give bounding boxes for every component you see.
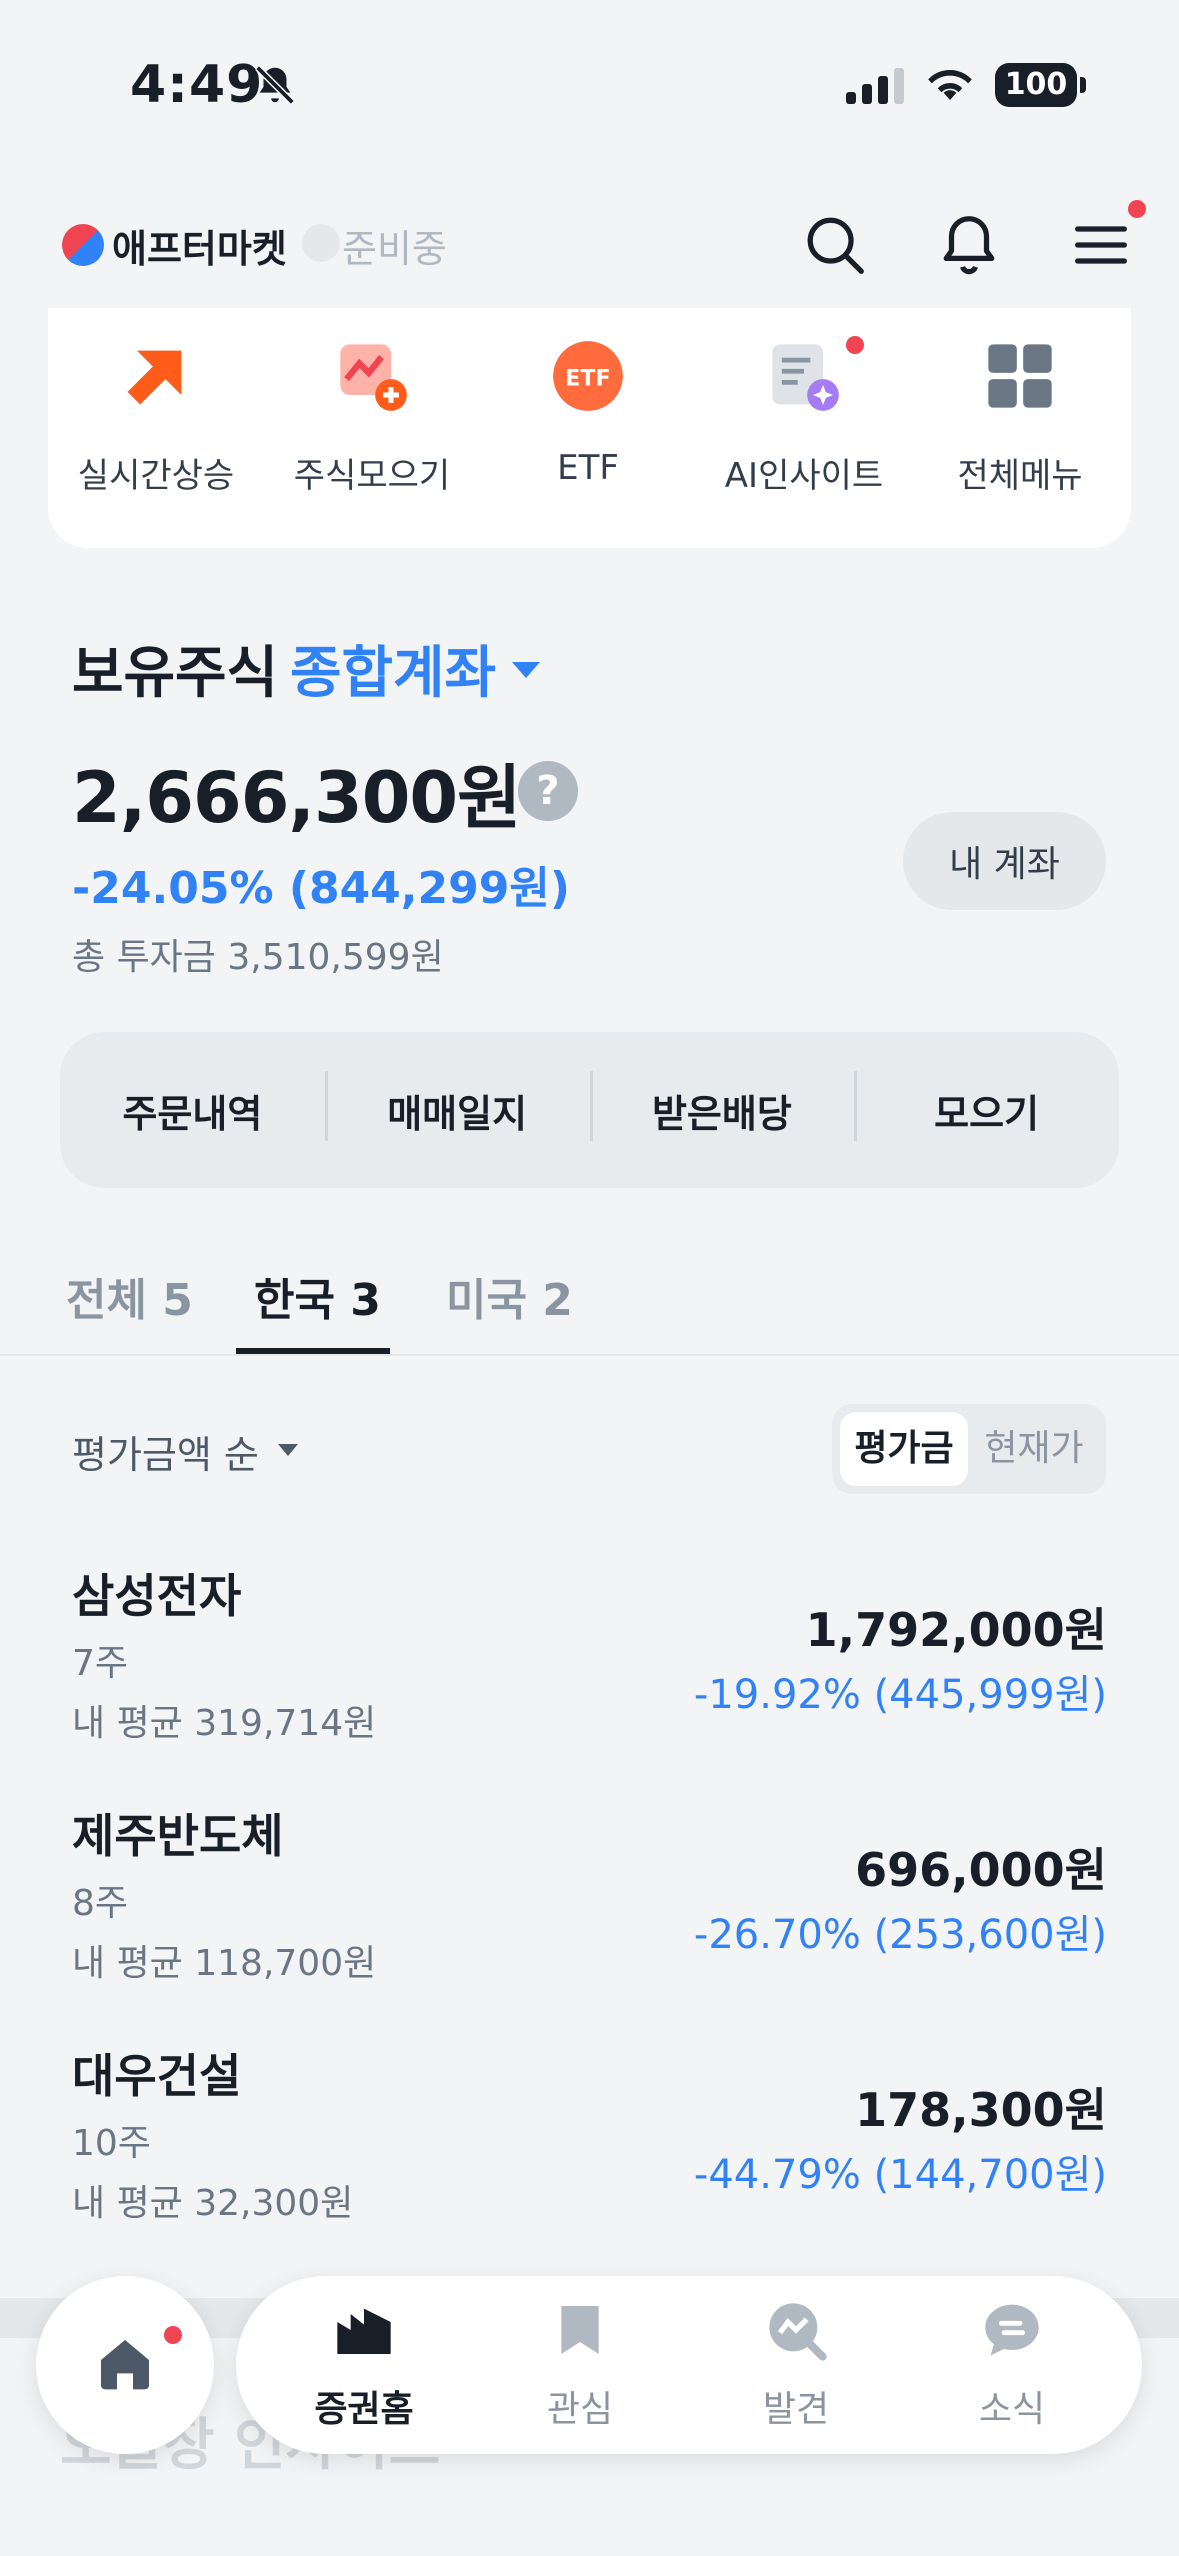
value-price-toggle: 평가금 현재가 bbox=[832, 1404, 1106, 1494]
holdings-title: 보유주식 bbox=[72, 641, 279, 706]
stock-change: -44.79% (144,700원) bbox=[693, 2152, 1107, 2198]
stock-row[interactable]: 대우건설 10주 내 평균 32,300원 178,300원 -44.79% (… bbox=[0, 2040, 1179, 2260]
chart-plus-icon bbox=[340, 344, 407, 411]
stock-valuation: 1,792,000원 bbox=[805, 1603, 1107, 1657]
menu-icon[interactable] bbox=[1066, 210, 1136, 280]
menu-notification-dot bbox=[1128, 200, 1146, 218]
stock-change: -19.92% (445,999원) bbox=[693, 1672, 1107, 1718]
trade-journal-button[interactable]: 매매일지 bbox=[324, 1070, 590, 1141]
quick-menu-card: 실시간상승 주식모으기 ETF ETF AI인사이트 전체메뉴 bbox=[48, 308, 1131, 548]
help-icon[interactable]: ? bbox=[518, 761, 578, 821]
nav-securities-home[interactable]: 증권홈 bbox=[284, 2298, 444, 2432]
toggle-current-price[interactable]: 현재가 bbox=[970, 1412, 1098, 1486]
sort-selector[interactable]: 평가금액 순 bbox=[72, 1424, 259, 1479]
stock-average-price: 내 평균 118,700원 bbox=[72, 1943, 377, 1984]
quick-item-label: AI인사이트 bbox=[724, 456, 884, 496]
order-history-button[interactable]: 주문내역 bbox=[60, 1083, 325, 1138]
total-profit-loss: -24.05% (844,299원) bbox=[72, 863, 570, 914]
bookmark-icon bbox=[561, 2306, 599, 2354]
stock-name: 삼성전자 bbox=[72, 1569, 242, 1623]
stock-row[interactable]: 삼성전자 7주 내 평균 319,714원 1,792,000원 -19.92%… bbox=[0, 1560, 1179, 1780]
bottom-navigation: 증권홈 관심 발견 소식 bbox=[236, 2276, 1142, 2454]
region-tabs: 전체 5 한국 3 미국 2 bbox=[0, 1240, 1179, 1356]
chart-building-icon bbox=[337, 2308, 391, 2354]
dividends-button[interactable]: 받은배당 bbox=[589, 1070, 855, 1141]
market-name[interactable]: 애프터마켓 bbox=[112, 218, 287, 273]
stock-quantity: 10주 bbox=[72, 2123, 151, 2164]
ai-document-icon bbox=[772, 344, 839, 411]
stock-quantity: 7주 bbox=[72, 1643, 129, 1684]
quick-item-label: 주식모으기 bbox=[293, 456, 451, 496]
bell-icon[interactable] bbox=[934, 210, 1004, 280]
total-holdings-value: 2,666,300원 bbox=[72, 757, 522, 839]
toggle-valuation[interactable]: 평가금 bbox=[840, 1412, 968, 1486]
quick-item-stock-saving[interactable]: 주식모으기 bbox=[264, 328, 480, 497]
account-action-bar: 주문내역 매매일지 받은배당 모으기 bbox=[60, 1032, 1119, 1188]
quick-item-ai-insight[interactable]: AI인사이트 bbox=[696, 328, 912, 497]
top-header: 애프터마켓 준비중 bbox=[0, 200, 1179, 290]
stock-valuation: 696,000원 bbox=[855, 1843, 1107, 1897]
nav-label: 소식 bbox=[978, 2389, 1046, 2430]
market-logo-icon bbox=[62, 224, 104, 266]
saving-button[interactable]: 모으기 bbox=[854, 1070, 1119, 1141]
nav-label: 관심 bbox=[546, 2389, 614, 2430]
quick-item-realtime-rise[interactable]: 실시간상승 bbox=[48, 328, 264, 497]
arrow-up-right-icon bbox=[127, 350, 182, 405]
grid-icon bbox=[988, 344, 1052, 408]
home-icon bbox=[101, 2340, 149, 2390]
chevron-down-icon[interactable] bbox=[278, 1444, 298, 1456]
battery-indicator: 100 bbox=[995, 63, 1077, 107]
stock-average-price: 내 평균 32,300원 bbox=[72, 2183, 354, 2224]
quick-item-label: 실시간상승 bbox=[77, 456, 235, 496]
stock-change: -26.70% (253,600원) bbox=[693, 1912, 1107, 1958]
tab-korea[interactable]: 한국 3 bbox=[254, 1264, 381, 1328]
wifi-icon bbox=[928, 70, 972, 100]
stock-row[interactable]: 제주반도체 8주 내 평균 118,700원 696,000원 -26.70% … bbox=[0, 1800, 1179, 2020]
nav-watchlist[interactable]: 관심 bbox=[500, 2298, 660, 2432]
quick-item-etf[interactable]: ETF ETF bbox=[480, 328, 696, 488]
status-time: 4:49 bbox=[130, 55, 264, 115]
chat-bubble-icon bbox=[985, 2304, 1039, 2356]
nav-news[interactable]: 소식 bbox=[932, 2298, 1092, 2432]
quick-item-label: 전체메뉴 bbox=[957, 456, 1083, 496]
nav-label: 증권홈 bbox=[314, 2389, 414, 2430]
home-notification-dot bbox=[164, 2326, 182, 2344]
quick-item-label: ETF bbox=[557, 448, 619, 488]
tab-us[interactable]: 미국 2 bbox=[446, 1264, 573, 1328]
cellular-signal-icon bbox=[846, 68, 904, 104]
stock-valuation: 178,300원 bbox=[855, 2083, 1107, 2137]
chevron-down-icon[interactable] bbox=[512, 662, 540, 678]
market-status-dot-icon bbox=[302, 224, 340, 262]
stock-name: 대우건설 bbox=[72, 2049, 242, 2103]
tab-all[interactable]: 전체 5 bbox=[66, 1264, 193, 1328]
total-invested: 총 투자금 3,510,599원 bbox=[72, 937, 444, 978]
home-button[interactable] bbox=[36, 2276, 214, 2454]
discover-icon bbox=[769, 2303, 827, 2361]
stock-name: 제주반도체 bbox=[72, 1809, 284, 1863]
stock-average-price: 내 평균 319,714원 bbox=[72, 1703, 377, 1744]
ai-insight-notification-dot bbox=[846, 336, 864, 354]
battery-nub bbox=[1080, 77, 1086, 93]
account-type-selector[interactable]: 종합계좌 bbox=[290, 628, 496, 709]
market-status: 준비중 bbox=[342, 227, 447, 271]
bell-off-icon bbox=[255, 65, 295, 105]
stock-quantity: 8주 bbox=[72, 1883, 129, 1924]
active-tab-indicator bbox=[236, 1348, 390, 1354]
nav-label: 발견 bbox=[762, 2389, 830, 2430]
nav-discover[interactable]: 발견 bbox=[716, 2298, 876, 2432]
svg-text:ETF: ETF bbox=[565, 366, 610, 392]
etf-icon: ETF bbox=[553, 341, 623, 411]
search-icon[interactable] bbox=[800, 210, 870, 280]
quick-item-full-menu[interactable]: 전체메뉴 bbox=[912, 328, 1128, 497]
status-bar: 4:49 100 bbox=[0, 0, 1179, 170]
my-account-button[interactable]: 내 계좌 bbox=[903, 812, 1106, 910]
